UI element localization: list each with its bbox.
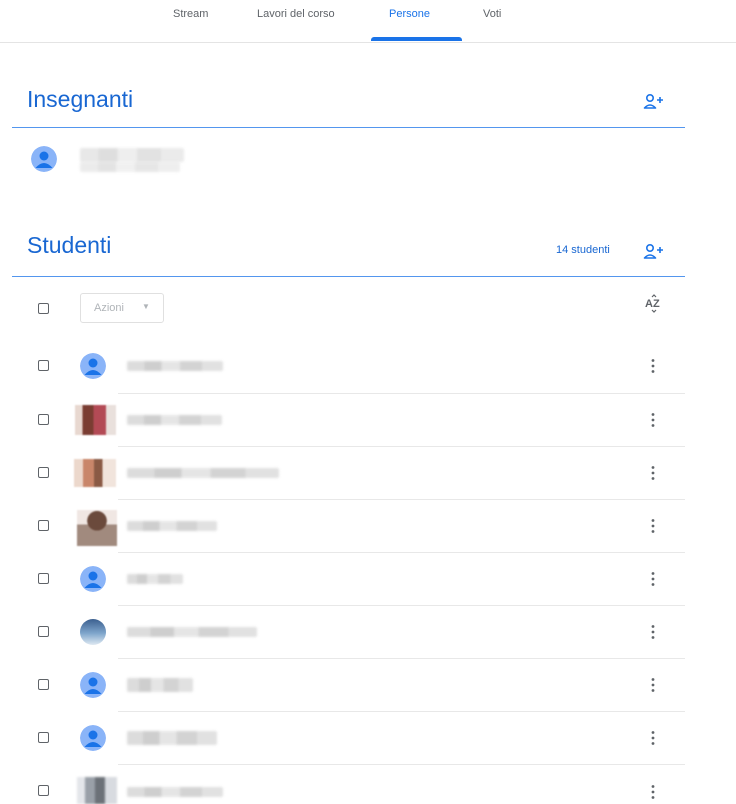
more-vert-icon[interactable] — [650, 784, 656, 800]
teacher-name-redacted-2 — [80, 162, 180, 172]
student-name-redacted — [127, 787, 223, 797]
student-name-redacted — [127, 468, 279, 478]
active-tab-indicator — [371, 37, 462, 41]
student-row[interactable] — [0, 552, 736, 605]
students-section-title: Studenti — [27, 232, 112, 258]
more-vert-icon[interactable] — [650, 465, 656, 481]
student-avatar — [80, 672, 106, 698]
students-count: 14 studenti — [556, 244, 610, 256]
more-vert-icon[interactable] — [650, 624, 656, 640]
student-name-redacted — [127, 574, 183, 584]
actions-dropdown-label: Azioni — [94, 302, 124, 314]
invite-teacher-icon[interactable] — [643, 92, 665, 112]
select-all-checkbox[interactable] — [38, 303, 49, 314]
teacher-name-redacted — [80, 148, 184, 162]
student-row[interactable] — [0, 764, 736, 804]
student-row[interactable] — [0, 605, 736, 658]
student-avatar-photo — [77, 777, 117, 804]
student-avatar — [80, 725, 106, 751]
student-checkbox[interactable] — [38, 360, 49, 371]
tab-persone[interactable]: Persone — [389, 8, 430, 20]
invite-student-icon[interactable] — [643, 242, 665, 262]
student-name-redacted — [127, 627, 257, 637]
student-name-redacted — [127, 731, 217, 745]
student-checkbox[interactable] — [38, 679, 49, 690]
student-avatar-photo — [80, 619, 106, 645]
top-tab-bar: Stream Lavori del corso Persone Voti — [0, 0, 736, 43]
teachers-section-divider — [12, 127, 685, 128]
student-name-redacted — [127, 521, 217, 531]
student-row[interactable] — [0, 499, 736, 552]
student-avatar-photo — [75, 405, 116, 435]
student-checkbox[interactable] — [38, 785, 49, 796]
teachers-section-title: Insegnanti — [27, 86, 134, 112]
sort-az-icon[interactable]: AZ — [644, 294, 664, 316]
more-vert-icon[interactable] — [650, 730, 656, 746]
student-avatar — [80, 353, 106, 379]
tab-stream[interactable]: Stream — [173, 8, 208, 20]
students-section-divider — [12, 276, 685, 277]
student-avatar-photo — [74, 459, 116, 487]
student-row[interactable] — [0, 340, 736, 393]
student-name-redacted — [127, 678, 193, 692]
more-vert-icon[interactable] — [650, 518, 656, 534]
student-row[interactable] — [0, 446, 736, 499]
tab-lavori-del-corso[interactable]: Lavori del corso — [257, 8, 335, 20]
svg-text:AZ: AZ — [645, 298, 660, 310]
student-checkbox[interactable] — [38, 414, 49, 425]
more-vert-icon[interactable] — [650, 412, 656, 428]
student-row[interactable] — [0, 658, 736, 711]
actions-dropdown[interactable]: Azioni ▼ — [80, 293, 164, 323]
caret-down-icon: ▼ — [142, 302, 150, 311]
more-vert-icon[interactable] — [650, 358, 656, 374]
student-row[interactable] — [0, 393, 736, 446]
student-checkbox[interactable] — [38, 573, 49, 584]
student-checkbox[interactable] — [38, 520, 49, 531]
student-name-redacted — [127, 415, 222, 425]
student-checkbox[interactable] — [38, 626, 49, 637]
student-avatar-photo — [77, 510, 117, 546]
student-checkbox[interactable] — [38, 732, 49, 743]
more-vert-icon[interactable] — [650, 677, 656, 693]
student-checkbox[interactable] — [38, 467, 49, 478]
student-name-redacted — [127, 361, 223, 371]
more-vert-icon[interactable] — [650, 571, 656, 587]
student-row[interactable] — [0, 711, 736, 764]
tab-voti[interactable]: Voti — [483, 8, 501, 20]
teacher-avatar — [31, 146, 57, 172]
student-avatar — [80, 566, 106, 592]
